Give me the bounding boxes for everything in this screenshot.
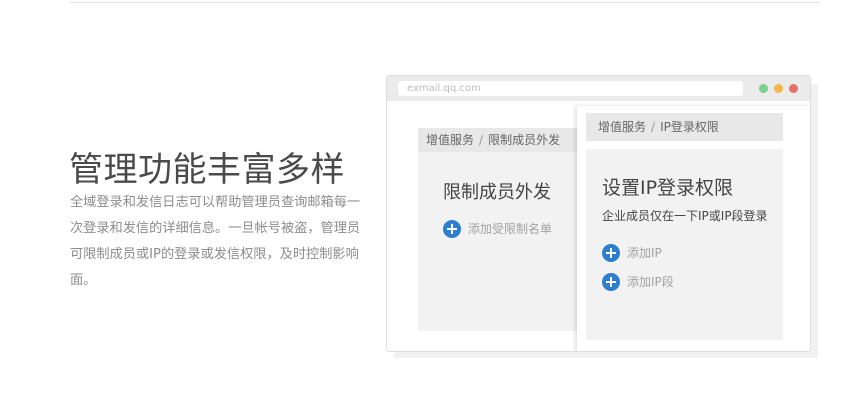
add-restricted-list-label: 添加受限制名单 — [468, 222, 553, 236]
feature-headline: 管理功能丰富多样 — [69, 150, 345, 190]
plus-circle-icon — [443, 219, 461, 238]
breadcrumb: 增值服务 / 限制成员外发 — [418, 128, 586, 152]
window-maximize-dot[interactable] — [759, 84, 768, 93]
add-ip-range-label: 添加IP段 — [627, 275, 674, 289]
breadcrumb-separator: / — [479, 133, 484, 147]
feature-description: 全域登录和发信日志可以帮助管理员查询邮箱每一次登录和发信的详细信息。一旦帐号被盗… — [70, 195, 361, 288]
add-ip-button[interactable]: 添加IP — [602, 242, 662, 262]
ip-login-panel: 设置IP登录权限 企业成员仅在一下IP或IP段登录 添加IP 添加IP段 — [586, 149, 783, 340]
breadcrumb: 增值服务 / IP登录权限 — [586, 113, 783, 141]
panel-subtitle: 企业成员仅在一下IP或IP段登录 — [602, 209, 768, 223]
breadcrumb-item-ip-login[interactable]: IP登录权限 — [660, 120, 719, 134]
breadcrumb-item-value-added[interactable]: 增值服务 — [598, 120, 646, 134]
top-divider — [70, 2, 820, 3]
plus-circle-icon — [602, 272, 620, 291]
address-bar[interactable]: exmail.qq.com — [398, 81, 743, 96]
add-ip-range-button[interactable]: 添加IP段 — [602, 271, 674, 291]
panel-title: 设置IP登录权限 — [602, 177, 734, 199]
window-close-dot[interactable] — [789, 84, 798, 93]
browser-mockup: exmail.qq.com 增值服务 / 限制成员外发 限制成员外发 添加受限制名单… — [386, 75, 811, 352]
restrict-outgoing-panel: 增值服务 / 限制成员外发 限制成员外发 添加受限制名单 — [418, 128, 586, 331]
plus-circle-icon — [602, 243, 620, 262]
panel-title: 限制成员外发 — [443, 182, 551, 203]
add-restricted-list-button[interactable]: 添加受限制名单 — [443, 218, 552, 238]
window-minimize-dot[interactable] — [774, 84, 783, 93]
add-ip-label: 添加IP — [627, 246, 662, 260]
ip-login-permission-card: 增值服务 / IP登录权限 设置IP登录权限 企业成员仅在一下IP或IP段登录 添加… — [577, 106, 810, 351]
browser-toolbar: exmail.qq.com — [387, 76, 810, 101]
breadcrumb-separator: / — [651, 120, 656, 134]
breadcrumb-item-restrict-outgoing[interactable]: 限制成员外发 — [488, 133, 560, 147]
breadcrumb-item-value-added[interactable]: 增值服务 — [426, 133, 474, 147]
